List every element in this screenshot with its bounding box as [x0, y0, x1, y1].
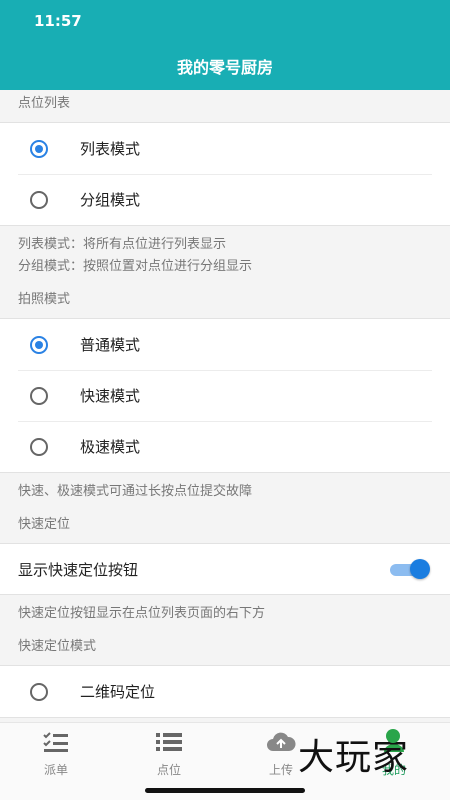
photo-mode-description: 快速、极速模式可通过长按点位提交故障 — [18, 484, 253, 499]
radio-unselected-icon[interactable] — [30, 682, 48, 701]
quick-locate-description: 快速定位按钮显示在点位列表页面的右下方 — [18, 606, 266, 621]
quick-locate-switch[interactable] — [390, 559, 430, 579]
option-qrcode-locate[interactable]: 二维码定位 — [0, 666, 450, 717]
tab-points[interactable]: 点位 — [129, 731, 209, 778]
quick-locate-toggle-row[interactable]: 显示快速定位按钮 — [0, 544, 450, 594]
radio-selected-icon[interactable] — [30, 335, 48, 354]
option-label: 分组模式 — [80, 191, 141, 209]
status-time: 11:57 — [34, 12, 82, 30]
switch-knob — [410, 559, 430, 579]
point-list-options: 列表模式 分组模式 — [0, 122, 450, 226]
point-list-description: 列表模式：将所有点位进行列表显示 分组模式：按照位置对点位进行分组显示 — [0, 226, 450, 286]
radio-unselected-icon[interactable] — [30, 386, 48, 405]
quick-locate-group: 显示快速定位按钮 — [0, 543, 450, 595]
settings-scroll[interactable]: 点位列表 列表模式 分组模式 列表模式：将所有点位进行列表显示 分组模式：按照位… — [0, 90, 450, 722]
section-title-quick-locate: 快速定位 — [18, 517, 71, 532]
option-ultra-fast-mode[interactable]: 极速模式 — [0, 421, 450, 472]
photo-mode-options: 普通模式 快速模式 极速模式 — [0, 318, 450, 473]
toggle-label: 显示快速定位按钮 — [18, 560, 139, 579]
option-label: 普通模式 — [80, 336, 141, 354]
radio-unselected-icon[interactable] — [30, 190, 48, 209]
option-label: 快速模式 — [80, 387, 141, 405]
option-label: 二维码定位 — [80, 683, 156, 701]
desc-line: 分组模式：按照位置对点位进行分组显示 — [18, 259, 253, 274]
home-indicator — [145, 788, 305, 793]
tab-label: 点位 — [156, 763, 181, 777]
option-fast-mode[interactable]: 快速模式 — [0, 370, 450, 421]
checklist-icon — [43, 732, 68, 752]
tab-dispatch[interactable]: 派单 — [16, 731, 96, 778]
watermark-dot — [386, 729, 400, 743]
desc-line: 列表模式：将所有点位进行列表显示 — [18, 237, 227, 252]
option-group-mode[interactable]: 分组模式 — [0, 174, 450, 225]
cloud-upload-icon — [267, 732, 296, 751]
option-list-mode[interactable]: 列表模式 — [0, 123, 450, 174]
radio-unselected-icon[interactable] — [30, 437, 48, 456]
page-title: 我的零号厨房 — [176, 58, 273, 77]
app-header: 11:57 我的零号厨房 — [0, 0, 450, 90]
option-normal-mode[interactable]: 普通模式 — [0, 319, 450, 370]
section-title-photo-mode: 拍照模式 — [18, 292, 71, 307]
option-label: 列表模式 — [80, 140, 141, 158]
option-label: 极速模式 — [80, 438, 141, 456]
tab-label: 派单 — [43, 763, 68, 777]
section-title-point-list: 点位列表 — [18, 96, 71, 111]
section-title-quick-locate-mode: 快速定位模式 — [18, 639, 97, 654]
list-icon — [156, 733, 182, 751]
radio-selected-icon[interactable] — [30, 139, 48, 158]
quick-locate-mode-options: 二维码定位 — [0, 665, 450, 718]
